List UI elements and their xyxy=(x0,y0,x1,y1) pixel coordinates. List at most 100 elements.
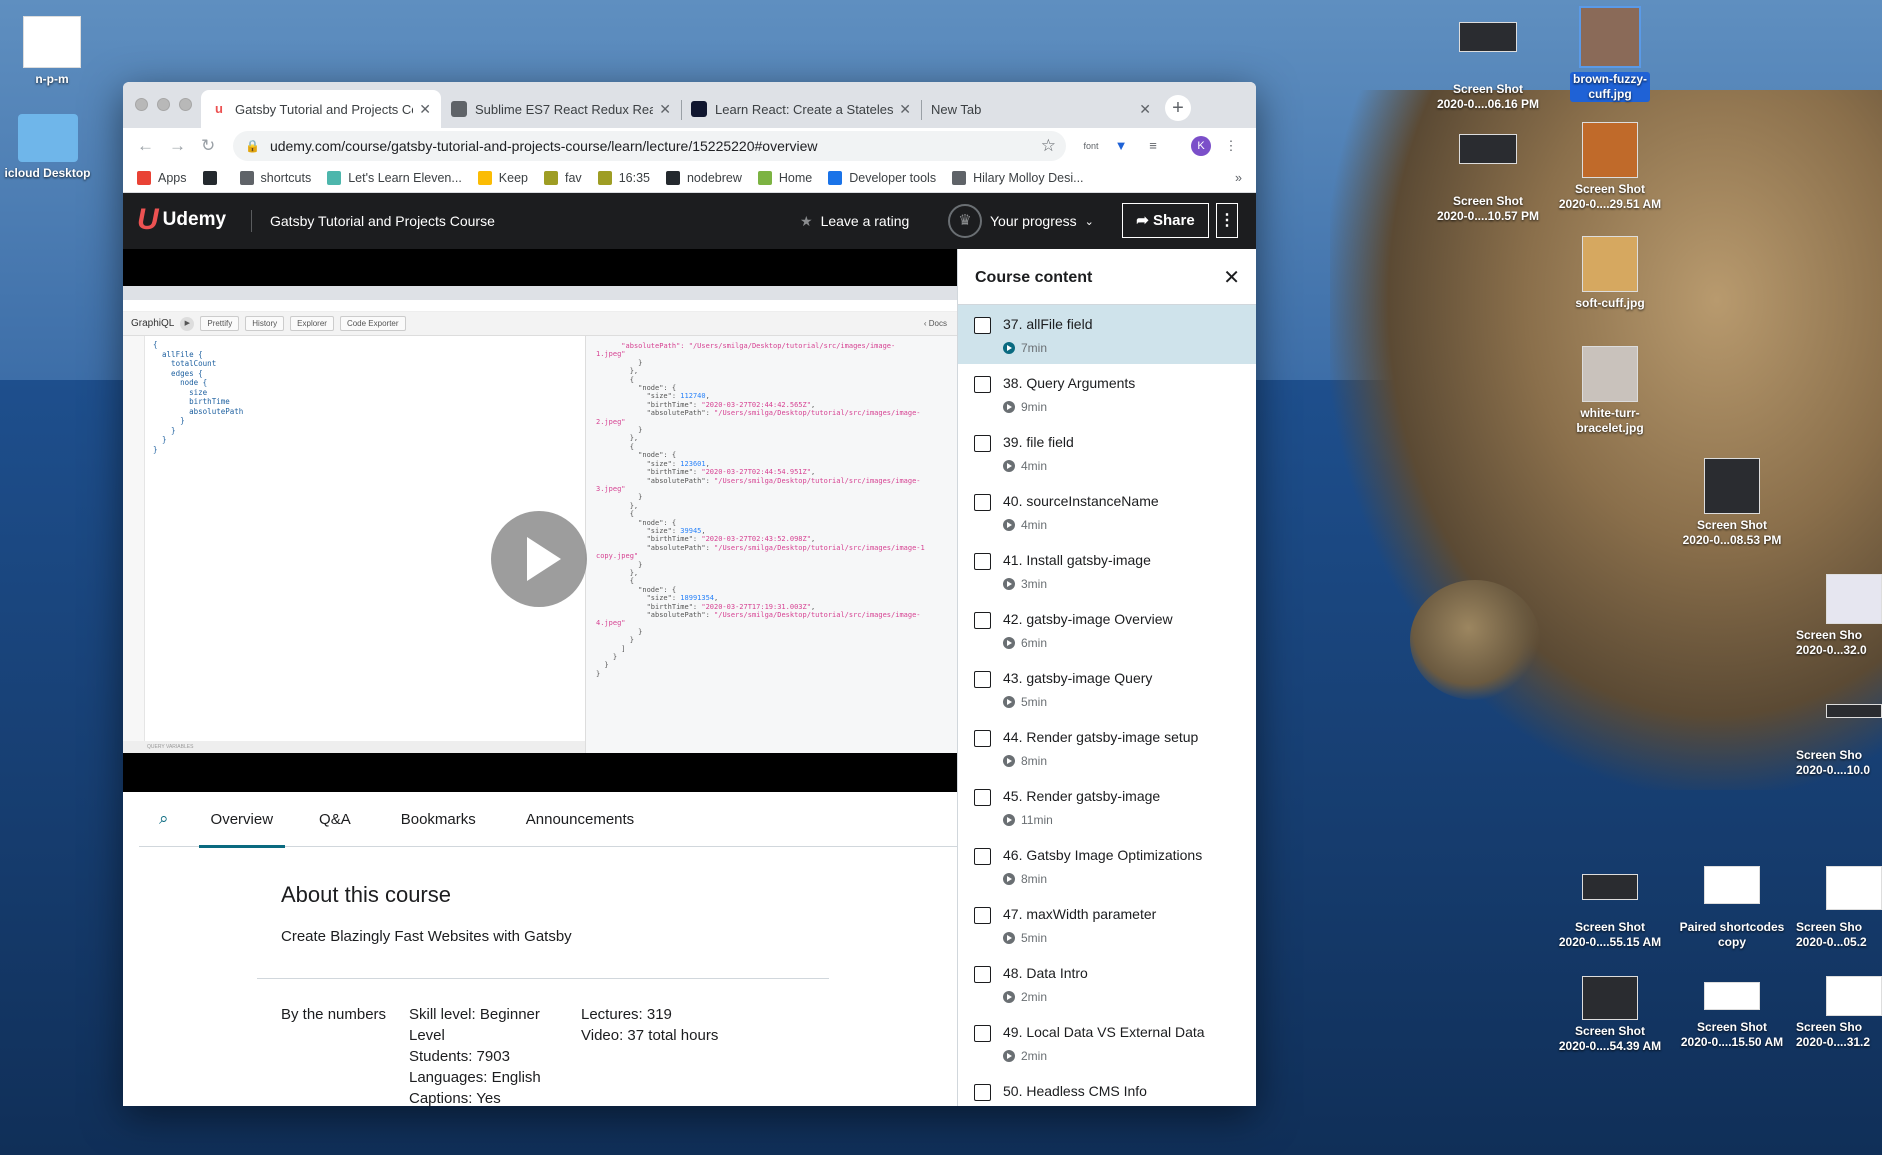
tab-bookmarks[interactable]: Bookmarks xyxy=(401,792,476,847)
bookmark-item[interactable]: 16:35 xyxy=(597,171,650,185)
lecture-item[interactable]: 48. Data Intro 2min xyxy=(958,954,1256,1013)
lecture-checkbox[interactable] xyxy=(974,435,991,452)
desktop-icon-screenshot-5[interactable]: Screen Sho 2020-0...32.0 xyxy=(1796,574,1882,658)
tab-codecademy[interactable]: Learn React: Create a Stateles ✕ xyxy=(681,90,921,128)
lecture-item[interactable]: 39. file field 4min xyxy=(958,423,1256,482)
bookmarks-overflow-icon[interactable]: » xyxy=(1235,171,1242,185)
font-extension-icon[interactable]: font xyxy=(1081,136,1101,156)
lecture-item[interactable]: 44. Render gatsby-image setup 8min xyxy=(958,718,1256,777)
docs-label: ‹ Docs xyxy=(923,319,947,328)
desktop-icon-paired-shortcodes[interactable]: Paired shortcodes copy xyxy=(1672,866,1792,950)
lecture-checkbox[interactable] xyxy=(974,494,991,511)
bookmark-item[interactable]: Developer tools xyxy=(828,171,936,185)
bookmark-star-icon[interactable]: ☆ xyxy=(1041,136,1056,156)
desktop-icon-screenshot-3[interactable]: Screen Shot 2020-0....29.51 AM xyxy=(1552,122,1668,212)
play-circle-icon xyxy=(1003,991,1015,1003)
video-player[interactable]: GraphiQL ▶ Prettify History Explorer Cod… xyxy=(123,249,957,792)
tab-qa[interactable]: Q&A xyxy=(319,792,351,847)
lecture-checkbox[interactable] xyxy=(974,789,991,806)
reload-icon[interactable]: ↻ xyxy=(201,136,215,156)
lecture-item[interactable]: 41. Install gatsby-image 3min xyxy=(958,541,1256,600)
bookmark-item[interactable]: fav xyxy=(544,171,582,185)
close-tab-icon[interactable]: ✕ xyxy=(419,101,431,118)
lecture-item[interactable]: 43. gatsby-image Query 5min xyxy=(958,659,1256,718)
new-tab-button[interactable]: + xyxy=(1165,95,1191,121)
tab-udemy[interactable]: u Gatsby Tutorial and Projects Co ✕ xyxy=(201,90,441,128)
bookmark-favicon-icon xyxy=(477,171,492,185)
address-bar[interactable]: 🔒 udemy.com/course/gatsby-tutorial-and-p… xyxy=(233,131,1066,161)
bookmark-item[interactable]: Hilary Molloy Desi... xyxy=(952,171,1084,185)
menu-kebab-icon[interactable]: ⋮ xyxy=(1221,136,1241,156)
lecture-checkbox[interactable] xyxy=(974,848,991,865)
lecture-item[interactable]: 45. Render gatsby-image 11min xyxy=(958,777,1256,836)
lecture-checkbox[interactable] xyxy=(974,1084,991,1101)
bookmark-item[interactable]: Apps xyxy=(137,171,187,185)
zoom-window-button[interactable] xyxy=(179,98,192,111)
more-options-button[interactable]: ⋮ xyxy=(1216,203,1238,238)
lecture-checkbox[interactable] xyxy=(974,1025,991,1042)
close-tab-icon[interactable]: ✕ xyxy=(899,101,911,118)
tab-new-tab[interactable]: New Tab ✕ xyxy=(921,90,1161,128)
lecture-checkbox[interactable] xyxy=(974,612,991,629)
lecture-item[interactable]: 42. gatsby-image Overview 6min xyxy=(958,600,1256,659)
your-progress-button[interactable]: ♛ Your progress ⌄ xyxy=(948,204,1094,238)
desktop-icon-screenshot-7[interactable]: Screen Shot 2020-0....55.15 AM xyxy=(1550,874,1670,950)
desktop-icon-brown-fuzzy-cuff[interactable]: brown-fuzzy- cuff.jpg xyxy=(1560,6,1660,102)
desktop-icon-npm[interactable]: n-p-m xyxy=(14,16,90,87)
lecture-item[interactable]: 50. Headless CMS Info xyxy=(958,1072,1256,1106)
vue-devtools-icon[interactable]: ▼ xyxy=(1111,136,1131,156)
minimize-window-button[interactable] xyxy=(157,98,170,111)
desktop-icon-screenshot-2[interactable]: Screen Shot 2020-0....10.57 PM xyxy=(1428,134,1548,224)
lecture-checkbox[interactable] xyxy=(974,730,991,747)
close-tab-icon[interactable]: ✕ xyxy=(1139,101,1151,118)
desktop-icon-screenshot-9[interactable]: Screen Shot 2020-0....54.39 AM xyxy=(1550,976,1670,1054)
lecture-checkbox[interactable] xyxy=(974,317,991,334)
lecture-checkbox[interactable] xyxy=(974,376,991,393)
close-icon[interactable]: ✕ xyxy=(1223,265,1240,290)
desktop-icon-icloud[interactable]: icloud Desktop xyxy=(0,114,95,181)
share-button[interactable]: ➦ Share xyxy=(1122,203,1209,238)
duration-text: 6min xyxy=(1021,636,1048,650)
play-button[interactable] xyxy=(491,511,587,607)
desktop-icon-screenshot-1[interactable]: Screen Shot 2020-0....06.16 PM xyxy=(1428,22,1548,112)
leave-rating-button[interactable]: ★ Leave a rating xyxy=(800,213,909,230)
course-title[interactable]: Gatsby Tutorial and Projects Course xyxy=(251,210,495,232)
lecture-checkbox[interactable] xyxy=(974,907,991,924)
desktop-icon-screenshot-11[interactable]: Screen Sho 2020-0....31.2 xyxy=(1796,976,1882,1050)
desktop-icon-screenshot-6[interactable]: Screen Sho 2020-0....10.0 xyxy=(1796,704,1882,778)
udemy-logo[interactable]: U Udemy xyxy=(137,205,226,235)
bookmark-item[interactable]: Let's Learn Eleven... xyxy=(327,171,462,185)
bookmark-item[interactable]: Keep xyxy=(477,171,528,185)
forward-icon[interactable]: → xyxy=(169,136,186,156)
close-tab-icon[interactable]: ✕ xyxy=(659,101,671,118)
lecture-item[interactable]: 40. sourceInstanceName 4min xyxy=(958,482,1256,541)
search-icon[interactable]: ⌕ xyxy=(159,809,169,829)
lecture-item[interactable]: 38. Query Arguments 9min xyxy=(958,364,1256,423)
lecture-item[interactable]: 46. Gatsby Image Optimizations 8min xyxy=(958,836,1256,895)
lecture-checkbox[interactable] xyxy=(974,671,991,688)
bookmark-item[interactable]: shortcuts xyxy=(239,171,311,185)
desktop-icon-soft-cuff[interactable]: soft-cuff.jpg xyxy=(1560,236,1660,311)
back-icon[interactable]: ← xyxy=(137,136,154,156)
bookmark-item[interactable]: nodebrew xyxy=(665,171,742,185)
lecture-title: 50. Headless CMS Info xyxy=(1003,1083,1147,1099)
desktop-icon-screenshot-4[interactable]: Screen Shot 2020-0...08.53 PM xyxy=(1672,458,1792,548)
desktop-icon-screenshot-10[interactable]: Screen Shot 2020-0....15.50 AM xyxy=(1672,982,1792,1050)
bookmark-item[interactable] xyxy=(202,171,224,185)
lecture-checkbox[interactable] xyxy=(974,966,991,983)
tab-overview[interactable]: Overview xyxy=(198,792,286,848)
tab-announcements[interactable]: Announcements xyxy=(526,792,634,847)
lecture-item[interactable]: 49. Local Data VS External Data 2min xyxy=(958,1013,1256,1072)
lecture-item[interactable]: 37. allFile field 7min xyxy=(958,305,1256,364)
reading-list-icon[interactable]: ≡ xyxy=(1143,136,1163,156)
lecture-checkbox[interactable] xyxy=(974,553,991,570)
desktop-icon-screenshot-8[interactable]: Screen Sho 2020-0...05.2 xyxy=(1796,866,1882,950)
profile-avatar[interactable]: K xyxy=(1191,136,1211,156)
desktop-icon-white-turr-bracelet[interactable]: white-turr- bracelet.jpg xyxy=(1560,346,1660,436)
lecture-item[interactable]: 47. maxWidth parameter 5min xyxy=(958,895,1256,954)
tab-sublime[interactable]: Sublime ES7 React Redux Reac ✕ xyxy=(441,90,681,128)
close-window-button[interactable] xyxy=(135,98,148,111)
bookmark-item[interactable]: Home xyxy=(757,171,812,185)
trophy-icon: ♛ xyxy=(948,204,982,238)
bookmark-favicon-icon xyxy=(327,171,342,185)
